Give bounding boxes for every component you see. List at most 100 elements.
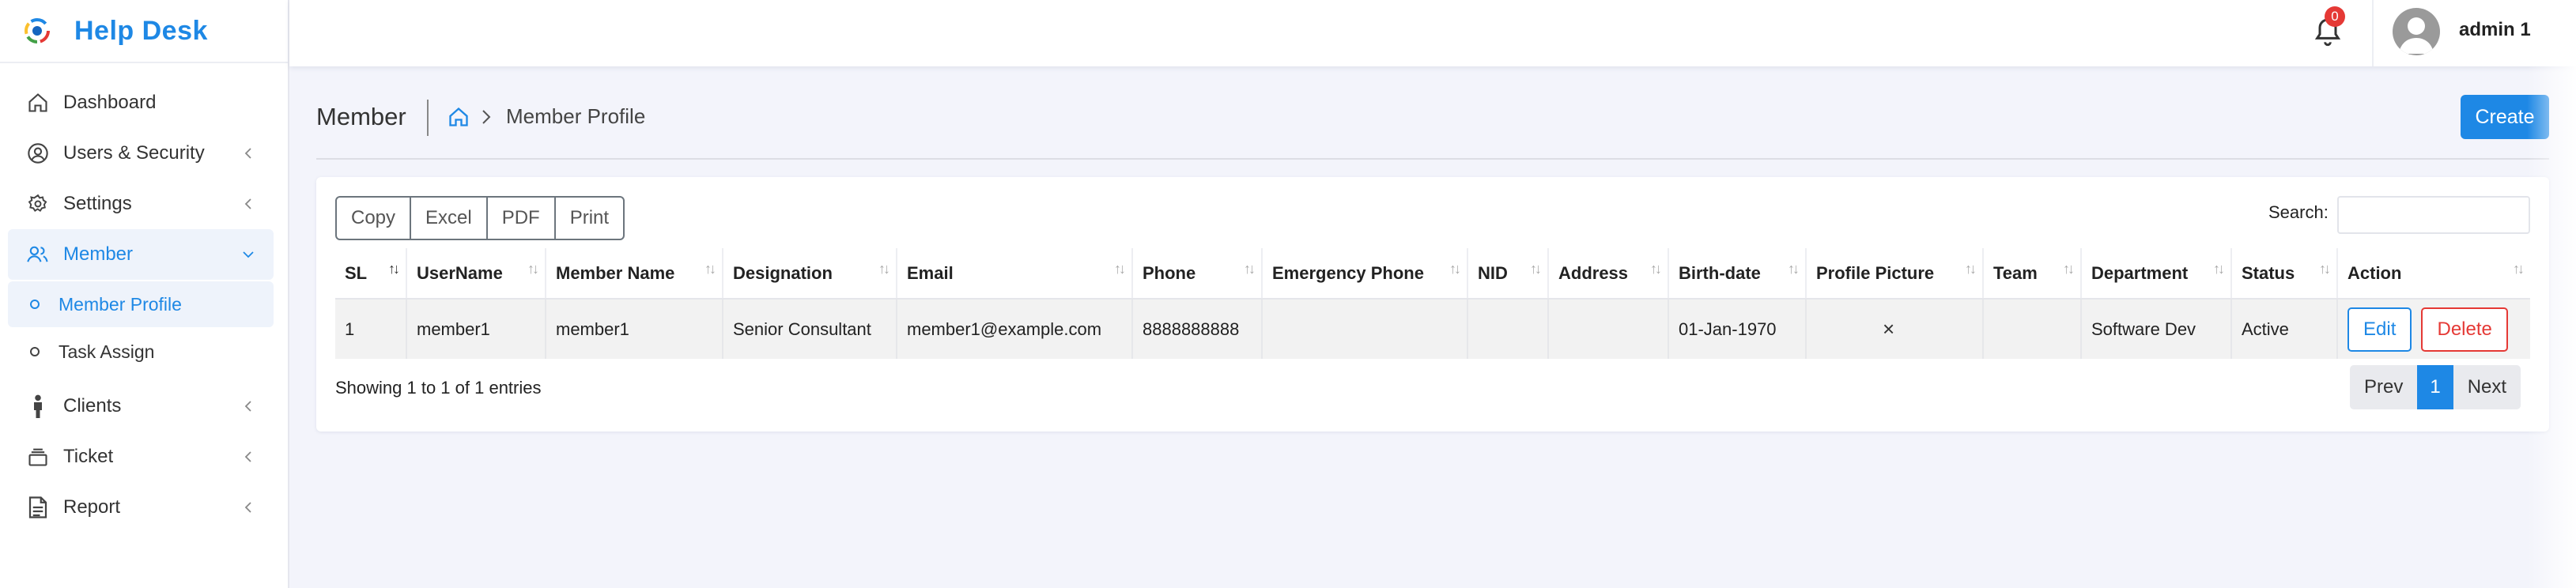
sidebar-item-label: Member	[63, 243, 134, 265]
broken-image-icon: ×	[1883, 317, 1895, 341]
sort-icon: ↑↓	[388, 261, 400, 277]
cell-nid	[1467, 299, 1549, 359]
chevron-left-icon	[244, 451, 251, 462]
search-label: Search:	[2268, 202, 2329, 222]
sidebar-subitem-member-profile[interactable]: Member Profile	[8, 281, 274, 327]
column-header-designation[interactable]: Designation ↑↓	[723, 248, 897, 300]
pagination: Prev 1 Next	[2350, 365, 2521, 409]
column-header-emergency-phone[interactable]: Emergency Phone ↑↓	[1262, 248, 1468, 300]
column-header-nid[interactable]: NID ↑↓	[1467, 248, 1549, 300]
users-icon	[25, 242, 51, 267]
sidebar-subitem-label: Member Profile	[59, 293, 182, 315]
cell-action: Edit Delete	[2337, 299, 2530, 359]
page-1-button[interactable]: 1	[2417, 365, 2453, 409]
search-input[interactable]	[2337, 196, 2530, 234]
sidebar-item-ticket[interactable]: Ticket	[0, 432, 288, 482]
sidebar-item-users-security[interactable]: Users & Security	[0, 128, 288, 179]
sort-icon: ↑↓	[2213, 261, 2225, 277]
column-header-address[interactable]: Address ↑↓	[1548, 248, 1669, 300]
delete-button[interactable]: Delete	[2421, 307, 2508, 352]
column-header-member-name[interactable]: Member Name ↑↓	[546, 248, 723, 300]
sort-icon: ↑↓	[1530, 261, 1542, 277]
column-header-action[interactable]: Action ↑↓	[2337, 248, 2530, 300]
cell-phone: 8888888888	[1132, 299, 1263, 359]
column-header-profile-picture[interactable]: Profile Picture ↑↓	[1806, 248, 1984, 300]
export-button-group: Copy Excel PDF Print	[335, 196, 625, 240]
create-button[interactable]: Create	[2461, 95, 2549, 139]
prev-page-button[interactable]: Prev	[2350, 365, 2418, 409]
sidebar-item-member[interactable]: Member	[8, 229, 274, 280]
cell-emergency-phone	[1262, 299, 1468, 359]
person-icon	[25, 394, 51, 419]
topbar-divider	[2372, 0, 2374, 66]
cell-email: member1@example.com	[897, 299, 1133, 359]
cell-status: Active	[2231, 299, 2338, 359]
chevron-left-icon	[244, 148, 251, 159]
sort-icon: ↑↓	[1788, 261, 1800, 277]
column-header-team[interactable]: Team ↑↓	[1983, 248, 2082, 300]
column-header-sl[interactable]: SL ↑↓	[335, 248, 407, 300]
app-root: Help Desk Dashboard Users & Security Set…	[0, 0, 2576, 588]
circle-bullet-icon	[30, 347, 40, 356]
excel-button[interactable]: Excel	[410, 196, 488, 240]
sidebar: Help Desk Dashboard Users & Security Set…	[0, 0, 289, 588]
sidebar-item-label: Ticket	[63, 446, 114, 467]
circle-bullet-icon	[30, 300, 40, 309]
table-row: 1 member1 member1 Senior Consultant memb…	[335, 299, 2530, 359]
print-button[interactable]: Print	[553, 196, 625, 240]
column-header-phone[interactable]: Phone ↑↓	[1132, 248, 1263, 300]
column-header-status[interactable]: Status ↑↓	[2231, 248, 2338, 300]
edit-button[interactable]: Edit	[2347, 307, 2412, 352]
sort-icon: ↑↓	[1114, 261, 1126, 277]
copy-button[interactable]: Copy	[335, 196, 412, 240]
sidebar-item-dashboard[interactable]: Dashboard	[0, 77, 288, 128]
cell-birth-date: 01-Jan-1970	[1668, 299, 1807, 359]
sidebar-item-label: Dashboard	[63, 92, 157, 113]
notification-badge: 0	[2325, 6, 2345, 27]
sort-icon: ↑↓	[704, 261, 716, 277]
header-divider	[316, 158, 2549, 160]
sort-icon: ↑↓	[2513, 261, 2525, 277]
chevron-down-icon	[243, 251, 254, 258]
cell-member-name: member1	[546, 299, 723, 359]
cell-sl: 1	[335, 299, 407, 359]
sort-icon: ↑↓	[1449, 261, 1461, 277]
user-name[interactable]: admin 1	[2459, 19, 2531, 41]
home-icon[interactable]	[448, 106, 470, 128]
chevron-left-icon	[244, 198, 251, 209]
cell-username: member1	[406, 299, 546, 359]
sort-icon: ↑↓	[2063, 261, 2075, 277]
sidebar-subitem-label: Task Assign	[59, 341, 155, 362]
sort-icon: ↑↓	[1650, 261, 1662, 277]
sort-icon: ↑↓	[2319, 261, 2331, 277]
topbar: 0 admin 1	[289, 0, 2576, 66]
home-icon	[25, 90, 51, 115]
sort-icon: ↑↓	[527, 261, 539, 277]
sort-icon: ↑↓	[1965, 261, 1977, 277]
column-header-department[interactable]: Department ↑↓	[2081, 248, 2232, 300]
sidebar-item-settings[interactable]: Settings	[0, 179, 288, 229]
sidebar-item-label: Clients	[63, 395, 122, 416]
sort-icon: ↑↓	[878, 261, 890, 277]
sidebar-item-clients[interactable]: Clients	[0, 381, 288, 432]
next-page-button[interactable]: Next	[2453, 365, 2521, 409]
sidebar-item-report[interactable]: Report	[0, 482, 288, 533]
table-header-row: SL ↑↓ UserName ↑↓ Member Name ↑↓ Designatio…	[335, 248, 2530, 300]
layers-icon	[25, 444, 51, 469]
member-table: SL ↑↓ UserName ↑↓ Member Name ↑↓ Designatio…	[335, 248, 2530, 359]
breadcrumb-current: Member Profile	[506, 104, 646, 128]
pdf-button[interactable]: PDF	[485, 196, 556, 240]
cell-team	[1983, 299, 2082, 359]
user-silhouette-icon	[2399, 17, 2434, 54]
sidebar-subitem-task-assign[interactable]: Task Assign	[0, 329, 288, 375]
avatar[interactable]	[2393, 8, 2440, 55]
chevron-left-icon	[244, 502, 251, 513]
user-circle-icon	[25, 141, 51, 166]
column-header-birth-date[interactable]: Birth-date ↑↓	[1668, 248, 1807, 300]
brand[interactable]: Help Desk	[0, 0, 288, 63]
column-header-email[interactable]: Email ↑↓	[897, 248, 1133, 300]
cell-address	[1548, 299, 1669, 359]
column-header-username[interactable]: UserName ↑↓	[406, 248, 546, 300]
member-table-card: Copy Excel PDF Print Search: SL ↑↓ UserNa…	[316, 177, 2549, 432]
sidebar-menu: Dashboard Users & Security Settings Memb…	[0, 63, 288, 533]
